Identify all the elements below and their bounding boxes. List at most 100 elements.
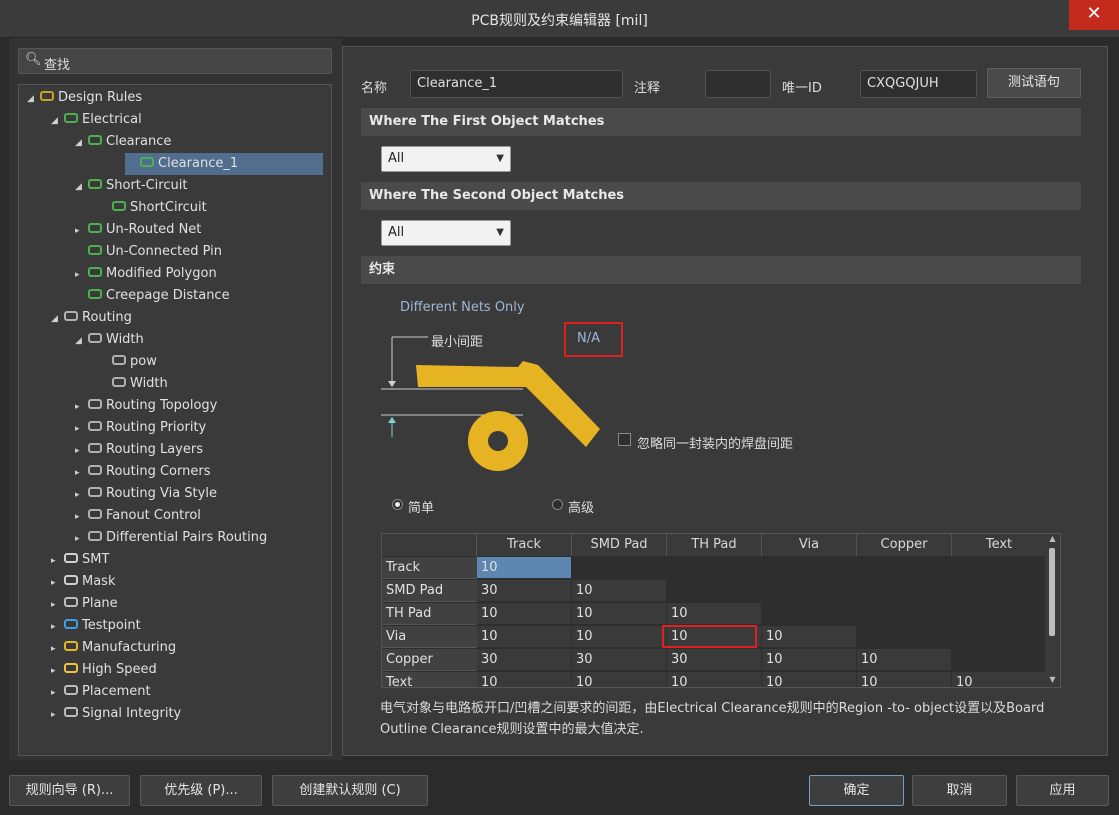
scrollbar-thumb[interactable] <box>1049 548 1055 636</box>
tree-node[interactable]: Width <box>99 373 168 395</box>
chevron-right-icon[interactable]: ▸ <box>75 462 87 484</box>
matrix-cell[interactable]: 10 <box>477 626 572 648</box>
chevron-expanded-icon[interactable]: ◢ <box>75 330 87 352</box>
tree-node[interactable]: ▸ Routing Topology <box>75 395 217 417</box>
tree-node[interactable]: ▸ High Speed <box>51 659 157 681</box>
chevron-expanded-icon[interactable]: ◢ <box>27 88 39 110</box>
chevron-right-icon[interactable]: ▸ <box>51 572 63 594</box>
tree-node[interactable]: ◢ Width <box>75 329 144 351</box>
tree-node[interactable]: ▸ Un-Routed Net <box>75 219 201 241</box>
second-match-dropdown[interactable]: All ▼ <box>381 220 511 246</box>
apply-button[interactable]: 应用 <box>1016 775 1109 806</box>
matrix-cell[interactable]: 10 <box>952 672 1047 687</box>
tree-node[interactable]: ▸ Differential Pairs Routing <box>75 527 267 549</box>
matrix-cell[interactable]: 10 <box>572 626 667 648</box>
tree-node[interactable]: ◢ Clearance <box>75 131 171 153</box>
tree-node[interactable]: ▸ Plane <box>51 593 118 615</box>
chevron-right-icon[interactable]: ▸ <box>75 396 87 418</box>
chevron-right-icon[interactable]: ▸ <box>75 220 87 242</box>
tree-node[interactable]: ▸ Modified Polygon <box>75 263 217 285</box>
tree-node[interactable]: ▸ Routing Priority <box>75 417 206 439</box>
tree-node[interactable]: ▸ Placement <box>51 681 151 703</box>
tree-node[interactable]: pow <box>99 351 157 373</box>
tree-node[interactable]: ▸ Signal Integrity <box>51 703 181 725</box>
tree-node[interactable]: ShortCircuit <box>99 197 207 219</box>
tree-node[interactable]: Clearance_1 <box>125 153 323 175</box>
chevron-expanded-icon[interactable]: ◢ <box>51 110 63 132</box>
mode-simple-radio[interactable] <box>392 499 403 510</box>
test-query-button[interactable]: 测试语句 <box>987 68 1081 98</box>
matrix-cell[interactable]: 10 <box>857 649 952 671</box>
chevron-expanded-icon[interactable]: ◢ <box>51 308 63 330</box>
create-default-rules-button[interactable]: 创建默认规则 (C) <box>272 775 428 806</box>
tree-node[interactable]: ◢ Design Rules <box>27 87 142 109</box>
chevron-right-icon[interactable]: ▸ <box>75 484 87 506</box>
chevron-expanded-icon[interactable]: ◢ <box>75 132 87 154</box>
ok-button[interactable]: 确定 <box>809 775 904 806</box>
rule-wizard-button[interactable]: 规则向导 (R)... <box>9 775 130 806</box>
chevron-right-icon[interactable]: ▸ <box>75 440 87 462</box>
tree-node[interactable]: ◢ Electrical <box>51 109 142 131</box>
close-button[interactable]: ✕ <box>1069 0 1119 30</box>
chevron-right-icon[interactable]: ▸ <box>75 418 87 440</box>
matrix-cell[interactable]: 30 <box>572 649 667 671</box>
chevron-right-icon[interactable]: ▸ <box>51 660 63 682</box>
chevron-right-icon[interactable]: ▸ <box>51 704 63 726</box>
tree-node[interactable]: ▸ SMT <box>51 549 109 571</box>
matrix-cell[interactable]: 10 <box>572 672 667 687</box>
rules-tree[interactable]: ◢ Design Rules ◢ Electrical ◢ Clearance Cleara… <box>18 84 332 756</box>
matrix-cell[interactable]: 10 <box>477 603 572 625</box>
tree-node[interactable]: ▸ Mask <box>51 571 115 593</box>
matrix-cell[interactable]: 10 <box>572 603 667 625</box>
matrix-cell[interactable]: 30 <box>477 649 572 671</box>
chevron-right-icon[interactable]: ▸ <box>75 506 87 528</box>
search-input[interactable]: 🔍︎ 查找 <box>18 48 332 74</box>
title-bar: PCB规则及约束编辑器 [mil] ✕ <box>0 0 1119 38</box>
ignore-pad-checkbox[interactable] <box>618 433 631 446</box>
tree-node[interactable]: ▸ Routing Via Style <box>75 483 217 505</box>
tree-node[interactable]: ◢ Routing <box>51 307 132 329</box>
chevron-right-icon[interactable]: ▸ <box>51 638 63 660</box>
electrical-icon <box>87 287 103 301</box>
tree-node[interactable]: ▸ Manufacturing <box>51 637 176 659</box>
scroll-down-icon[interactable]: ▼ <box>1045 675 1060 687</box>
matrix-cell[interactable]: 10 <box>762 649 857 671</box>
matrix-cell[interactable]: 10 <box>477 557 572 579</box>
routing-icon <box>87 463 103 477</box>
tree-node-label: Un-Routed Net <box>106 222 202 237</box>
matrix-cell[interactable]: 10 <box>477 672 572 687</box>
priority-button[interactable]: 优先级 (P)... <box>140 775 262 806</box>
matrix-cell[interactable]: 10 <box>572 580 667 602</box>
tree-node[interactable]: ▸ Routing Corners <box>75 461 210 483</box>
chevron-right-icon[interactable]: ▸ <box>51 616 63 638</box>
first-match-dropdown[interactable]: All ▼ <box>381 146 511 172</box>
matrix-cell[interactable]: 10 <box>857 672 952 687</box>
mode-advanced-radio[interactable] <box>552 499 563 510</box>
uid-field[interactable]: CXQGQJUH <box>860 70 977 98</box>
matrix-cell[interactable]: 10 <box>762 672 857 687</box>
matrix-cell[interactable]: 10 <box>667 672 762 687</box>
chevron-expanded-icon[interactable]: ◢ <box>75 176 87 198</box>
min-clearance-value[interactable]: N/A <box>577 331 600 346</box>
tree-node[interactable]: ▸ Routing Layers <box>75 439 203 461</box>
tree-node[interactable]: ◢ Short-Circuit <box>75 175 187 197</box>
matrix-cell[interactable]: 10 <box>667 603 762 625</box>
cancel-button[interactable]: 取消 <box>912 775 1007 806</box>
tree-node[interactable]: Creepage Distance <box>75 285 230 307</box>
chevron-right-icon[interactable]: ▸ <box>51 550 63 572</box>
tree-node[interactable]: ▸ Fanout Control <box>75 505 201 527</box>
matrix-cell[interactable]: 30 <box>477 580 572 602</box>
search-placeholder: 查找 <box>44 58 71 73</box>
matrix-cell[interactable]: 30 <box>667 649 762 671</box>
tree-node[interactable]: Un-Connected Pin <box>75 241 222 263</box>
matrix-scrollbar[interactable]: ▲ ▼ <box>1045 534 1060 687</box>
tree-node[interactable]: ▸ Testpoint <box>51 615 141 637</box>
name-field[interactable]: Clearance_1 <box>410 70 623 98</box>
chevron-right-icon[interactable]: ▸ <box>75 264 87 286</box>
chevron-right-icon[interactable]: ▸ <box>75 528 87 550</box>
comment-field[interactable] <box>705 70 771 98</box>
chevron-right-icon[interactable]: ▸ <box>51 682 63 704</box>
scroll-up-icon[interactable]: ▲ <box>1045 534 1060 546</box>
matrix-cell[interactable]: 10 <box>762 626 857 648</box>
chevron-right-icon[interactable]: ▸ <box>51 594 63 616</box>
